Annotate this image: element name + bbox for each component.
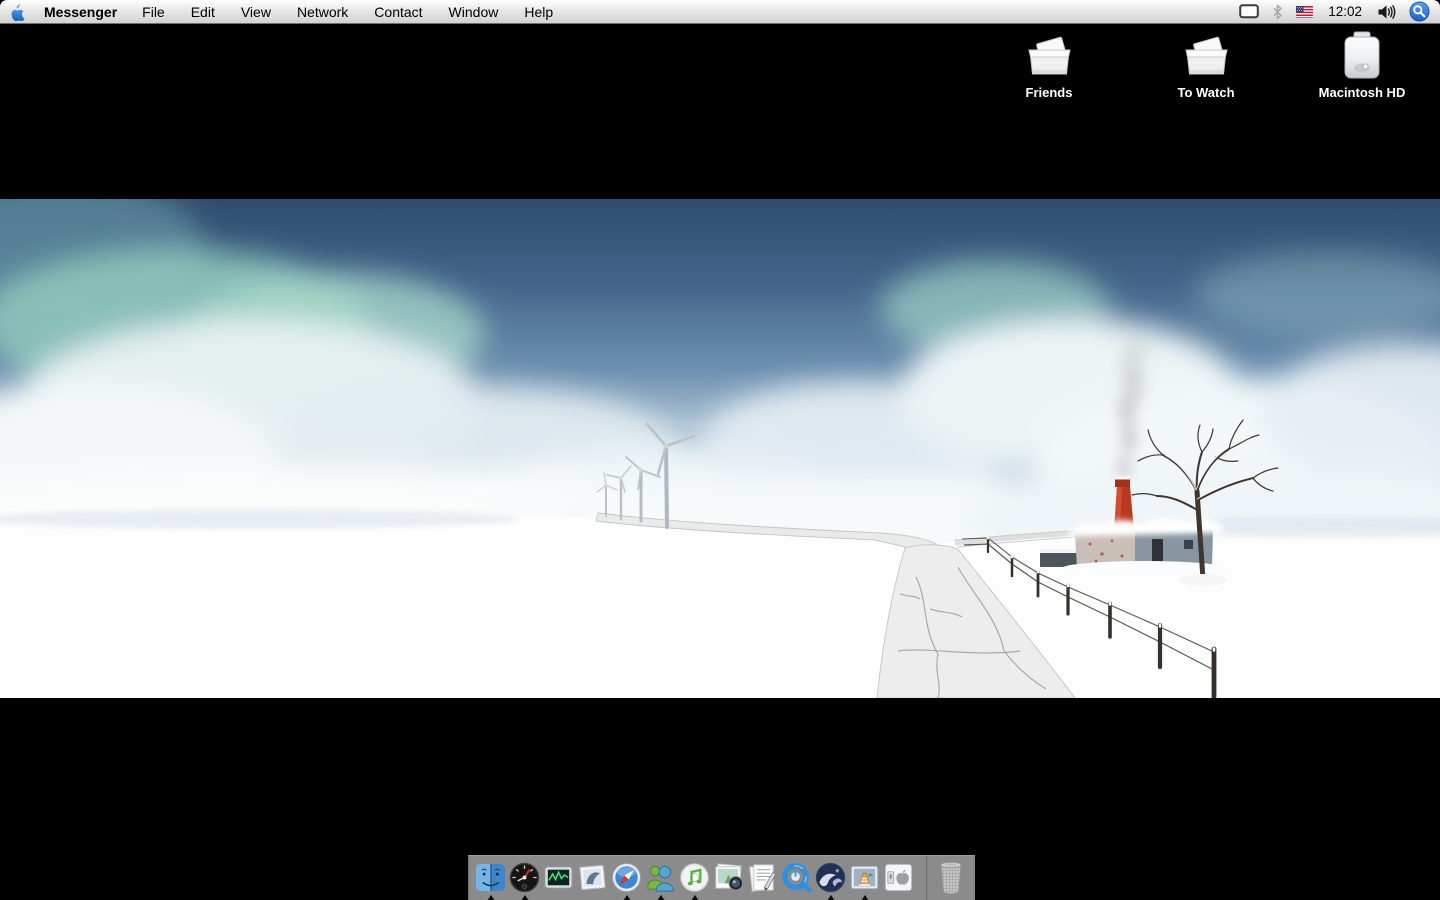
spotlight-icon[interactable] xyxy=(1409,0,1430,23)
dock-dashboard[interactable] xyxy=(508,861,541,900)
bluetooth-icon[interactable] xyxy=(1272,0,1283,23)
running-indicator xyxy=(520,895,529,900)
dock-iphoto[interactable] xyxy=(712,861,745,900)
dock-activity-monitor[interactable] xyxy=(542,861,575,900)
menu-view[interactable]: View xyxy=(228,0,284,23)
desktop-icon-friends[interactable]: Friends xyxy=(987,36,1111,100)
dock-trash-section xyxy=(926,856,975,900)
dock-safari[interactable] xyxy=(610,861,643,900)
us-flag-icon[interactable] xyxy=(1296,0,1314,23)
desktop-icon-label: To Watch xyxy=(1177,85,1235,100)
apple-menu[interactable] xyxy=(0,0,34,23)
quicktime-icon xyxy=(782,863,812,893)
menu-clock[interactable]: 12:02 xyxy=(1326,4,1364,19)
system-preferences-icon xyxy=(884,863,913,892)
menu-bar: Messenger File Edit View Network Contact… xyxy=(0,0,1440,24)
vlc-icon xyxy=(850,865,879,890)
folder-icon xyxy=(1185,36,1228,75)
activity-monitor-icon xyxy=(544,866,573,889)
menu-file[interactable]: File xyxy=(129,0,178,23)
running-indicator xyxy=(486,895,495,900)
trash-icon[interactable] xyxy=(936,860,966,896)
dock-finder[interactable] xyxy=(474,861,507,900)
running-indicator xyxy=(690,895,699,900)
dock-shiira-browser[interactable] xyxy=(814,861,847,900)
running-indicator xyxy=(860,895,869,900)
msn-messenger-icon xyxy=(647,865,675,892)
dock-vlc[interactable] xyxy=(848,861,881,900)
finder-icon xyxy=(475,863,506,892)
dashboard-icon xyxy=(509,862,540,893)
desktop-wallpaper xyxy=(0,174,1440,779)
dock xyxy=(468,855,975,900)
running-indicator xyxy=(656,895,665,900)
folder-icon xyxy=(1028,36,1071,75)
menu-edit[interactable]: Edit xyxy=(178,0,228,23)
safari-icon xyxy=(611,862,642,893)
shiira-browser-icon xyxy=(815,862,846,893)
running-indicator xyxy=(826,895,835,900)
volume-icon[interactable] xyxy=(1377,0,1396,23)
display-icon[interactable] xyxy=(1239,0,1260,23)
dock-msn-messenger[interactable] xyxy=(644,861,677,900)
dock-system-preferences[interactable] xyxy=(882,861,915,900)
menu-network[interactable]: Network xyxy=(284,0,361,23)
textedit-icon xyxy=(749,864,777,892)
dock-textedit[interactable] xyxy=(746,861,779,900)
itunes-icon xyxy=(679,862,710,893)
desktop-icon-label: Friends xyxy=(1025,85,1073,100)
dock-mail[interactable] xyxy=(576,861,609,900)
desktop-icon-to-watch[interactable]: To Watch xyxy=(1144,36,1268,100)
apple-icon xyxy=(11,3,25,21)
menu-help[interactable]: Help xyxy=(511,0,566,23)
mail-icon xyxy=(579,864,606,891)
iphoto-icon xyxy=(715,863,744,891)
running-indicator xyxy=(622,895,631,900)
dock-quicktime[interactable] xyxy=(780,861,813,900)
active-app-menu[interactable]: Messenger xyxy=(34,4,129,20)
desktop-icon-label: Macintosh HD xyxy=(1318,85,1406,100)
desktop: Messenger File Edit View Network Contact… xyxy=(0,0,1440,900)
dock-items xyxy=(469,856,915,900)
menu-window[interactable]: Window xyxy=(436,0,512,23)
menu-contact[interactable]: Contact xyxy=(361,0,435,23)
dock-itunes[interactable] xyxy=(678,861,711,900)
snow-field xyxy=(0,506,1440,779)
desktop-icon-macintosh-hd[interactable]: Macintosh HD xyxy=(1300,30,1424,100)
hard-drive-icon xyxy=(1344,31,1380,79)
